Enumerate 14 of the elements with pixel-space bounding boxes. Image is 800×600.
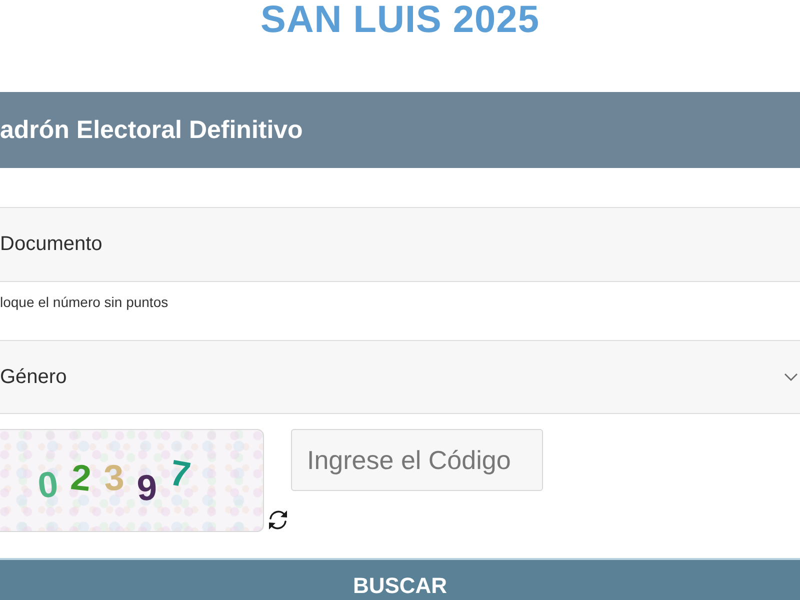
search-button[interactable]: BUSCAR [0, 558, 800, 600]
panel-heading: adrón Electoral Definitivo [0, 116, 303, 144]
captcha-digit: 7 [166, 453, 194, 494]
captcha-digit: 0 [36, 464, 60, 504]
page-title: SAN LUIS 2025 [260, 0, 540, 40]
gender-select[interactable]: Género [0, 340, 800, 414]
captcha-digit: 2 [69, 458, 93, 498]
document-field[interactable]: Documento [0, 207, 800, 282]
chevron-down-icon [784, 373, 798, 381]
refresh-icon[interactable] [266, 508, 290, 532]
captcha-digit: 3 [102, 458, 126, 498]
help-text: loque el número sin puntos [0, 293, 168, 310]
captcha-digit: 9 [136, 468, 158, 507]
code-field[interactable]: Ingrese el Código [291, 429, 543, 491]
